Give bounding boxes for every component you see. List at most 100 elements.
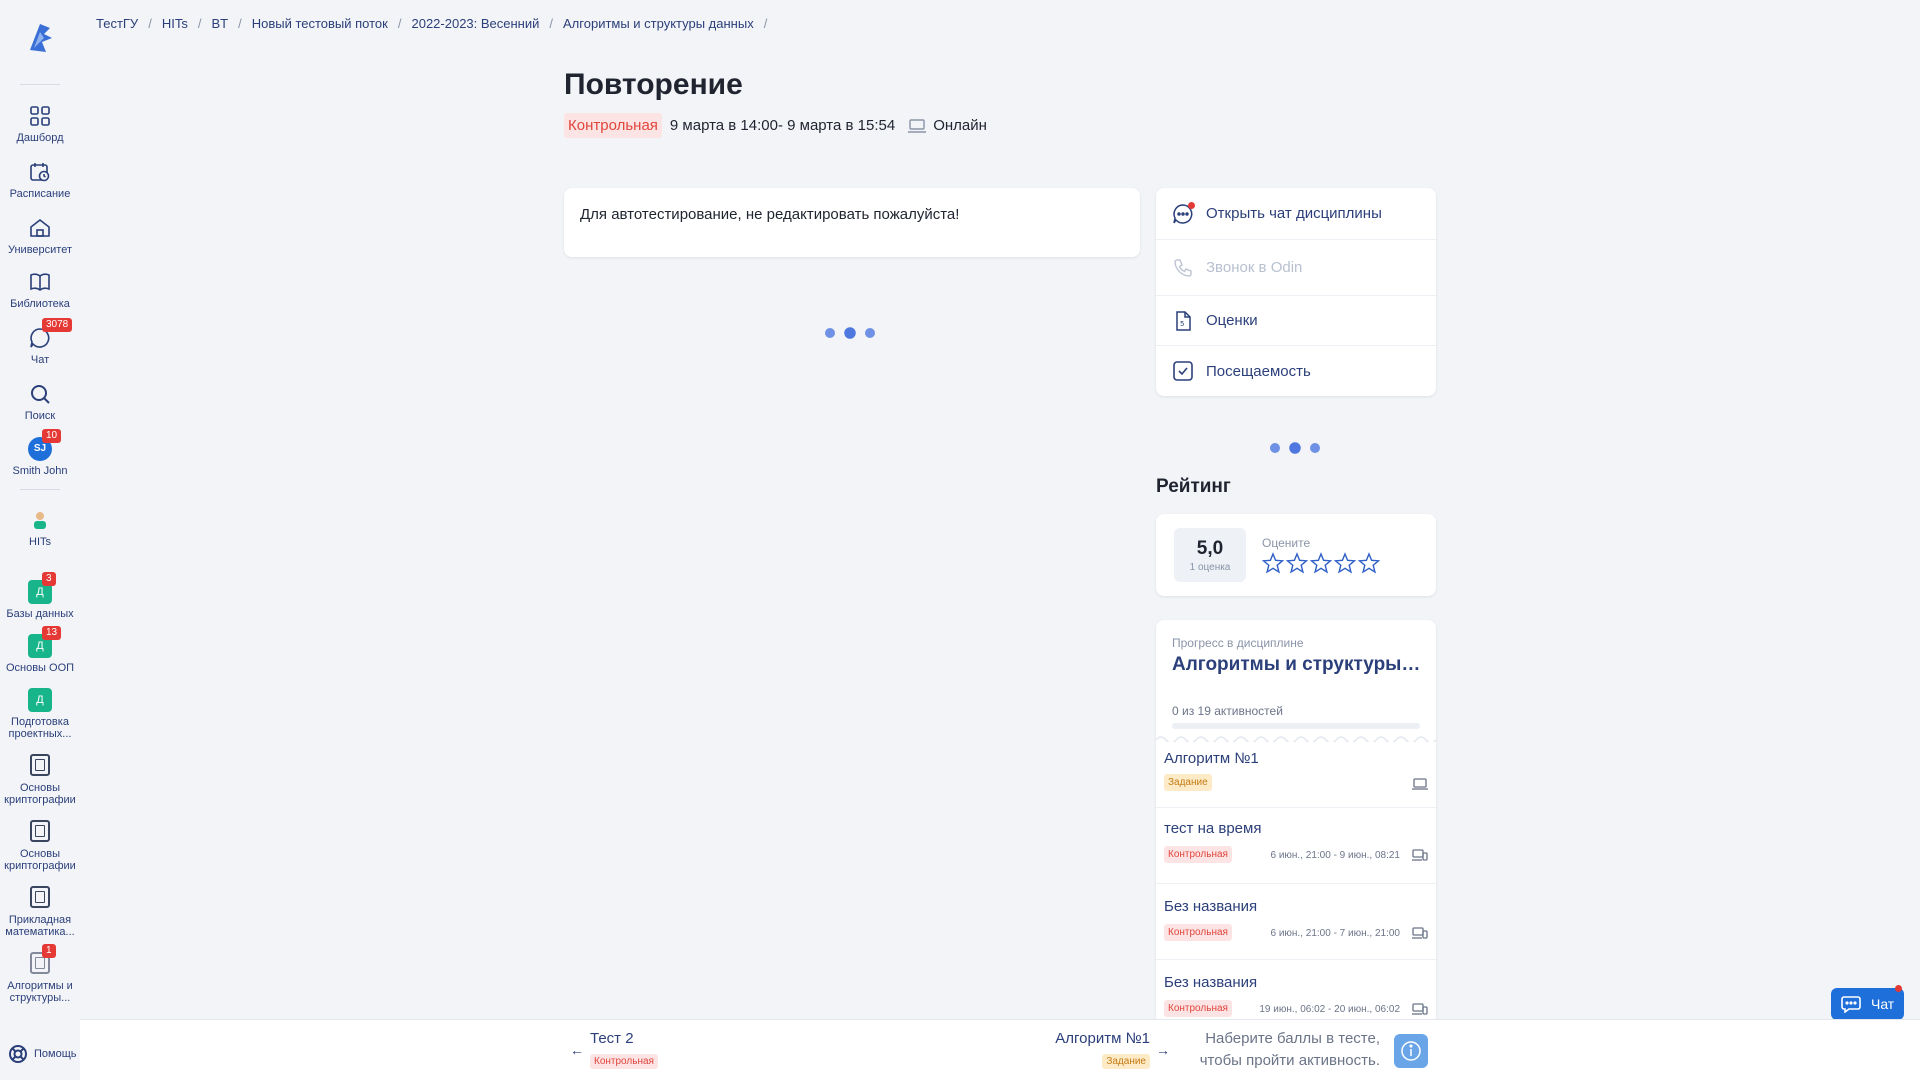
sidebar-item-label: Расписание	[9, 188, 71, 200]
sidebar-group-algorithms[interactable]: 1 Алгоритмы и структуры...	[0, 944, 80, 1004]
sidebar-item-dashboard[interactable]: Дашборд	[0, 104, 80, 144]
breadcrumb-item[interactable]: BT	[211, 16, 228, 31]
laptop-icon	[1412, 778, 1428, 790]
sidebar-group-databases[interactable]: Д 3 Базы данных	[0, 572, 80, 620]
sidebar-group-projects[interactable]: Д Подготовка проектных...	[0, 688, 80, 740]
sidebar-item-profile[interactable]: SJ 10 Smith John	[0, 429, 80, 477]
notification-badge: 13	[42, 626, 62, 640]
sidebar-group-hits[interactable]: HITs	[0, 508, 80, 548]
breadcrumb-item[interactable]: Новый тестовый поток	[252, 16, 388, 31]
activity-dates: 9 марта в 14:00- 9 марта в 15:54	[669, 117, 896, 134]
logo-icon[interactable]	[24, 20, 56, 56]
chat-icon	[1172, 201, 1195, 225]
activity-tag: Контрольная	[1164, 846, 1232, 863]
breadcrumb-item[interactable]: HITs	[162, 16, 188, 31]
hint-line: чтобы пройти активность.	[1199, 1052, 1380, 1069]
breadcrumb-item[interactable]: 2022-2023: Весенний	[411, 16, 539, 31]
sidebar-group-oop[interactable]: Д 13 Основы ООП	[0, 626, 80, 674]
mode-indicator: Онлайн	[907, 117, 987, 134]
chat-icon: 3078	[28, 318, 73, 350]
progress-label: Прогресс в дисциплине	[1172, 636, 1304, 650]
info-icon[interactable]	[1394, 1034, 1428, 1068]
breadcrumb-separator: /	[549, 16, 554, 31]
star-icon[interactable]	[1286, 552, 1308, 574]
attendance-button[interactable]: Посещаемость	[1156, 346, 1436, 396]
activity-name: Без названия	[1164, 974, 1258, 991]
breadcrumb-separator: /	[197, 16, 202, 31]
help-link[interactable]: Помощь	[8, 1044, 77, 1064]
sidebar-group-crypto-2[interactable]: Основы криптографии	[0, 820, 80, 872]
loading-spinner	[1270, 442, 1320, 454]
rating-card: 5,0 1 оценка Оцените	[1156, 514, 1436, 596]
notification-badge: 1	[42, 944, 56, 958]
devices-icon	[1412, 1003, 1428, 1015]
page-title: Повторение	[564, 68, 743, 101]
unread-dot	[1895, 985, 1902, 992]
sidebar-group-applied-math[interactable]: Прикладная математика...	[0, 886, 80, 938]
star-icon[interactable]	[1358, 552, 1380, 574]
breadcrumb-separator: /	[238, 16, 242, 31]
avatar: SJ 10	[28, 429, 62, 461]
activity-tag: Контрольная	[1164, 1000, 1232, 1017]
activity-name: Алгоритм №1	[1164, 750, 1259, 767]
laptop-icon	[908, 118, 927, 133]
grades-icon: 5	[1172, 310, 1194, 332]
rating-score: 5,0 1 оценка	[1174, 528, 1246, 582]
sidebar-item-university[interactable]: Университет	[0, 216, 80, 256]
sidebar-item-label: Основы ООП	[5, 662, 75, 674]
breadcrumb-separator: /	[397, 16, 402, 31]
star-rating[interactable]	[1262, 552, 1380, 574]
description-card: Для автотестирование, не редактировать п…	[564, 188, 1140, 257]
sidebar-item-schedule[interactable]: Расписание	[0, 160, 80, 200]
discipline-title[interactable]: Алгоритмы и структуры данных	[1172, 654, 1422, 676]
star-icon[interactable]	[1310, 552, 1332, 574]
sidebar-item-search[interactable]: Поиск	[0, 382, 80, 422]
attendance-icon	[1172, 360, 1194, 382]
odin-call-button[interactable]: Звонок в Odin	[1156, 240, 1436, 296]
action-label: Оценки	[1206, 312, 1258, 329]
sidebar-item-label: Базы данных	[6, 608, 74, 620]
open-discipline-chat-button[interactable]: Открыть чат дисциплины	[1156, 188, 1436, 240]
activity-dates: 6 июн., 21:00 - 9 июн., 08:21	[1270, 850, 1400, 861]
chat-button[interactable]: Чат	[1831, 985, 1904, 1020]
activity-item[interactable]: Без названия Контрольная 6 июн., 21:00 -…	[1156, 884, 1436, 960]
sidebar-item-chat[interactable]: 3078 Чат	[0, 318, 80, 366]
actions-card: Открыть чат дисциплины Звонок в Odin 5 О…	[1156, 188, 1436, 396]
chat-icon	[1841, 996, 1861, 1013]
score-hint: Наберите баллы в тесте, чтобы пройти акт…	[1080, 1028, 1380, 1072]
svg-text:5: 5	[1180, 320, 1184, 328]
sidebar-item-library[interactable]: Библиотека	[0, 270, 80, 310]
bottom-navigation: ← Тест 2 Контрольная Алгоритм №1 Задание…	[80, 1019, 1920, 1080]
sidebar-item-label: Алгоритмы и структуры...	[7, 980, 73, 1004]
grades-button[interactable]: 5 Оценки	[1156, 296, 1436, 346]
devices-icon	[1412, 927, 1428, 939]
book-icon	[28, 820, 52, 844]
rating-count: 1 оценка	[1189, 562, 1231, 573]
mascot-icon	[28, 508, 52, 532]
activity-dates: 6 июн., 21:00 - 7 июн., 21:00	[1270, 928, 1400, 939]
book-icon	[28, 886, 52, 910]
hint-line: Наберите баллы в тесте,	[1205, 1030, 1380, 1047]
star-icon[interactable]	[1334, 552, 1356, 574]
loading-spinner	[825, 327, 875, 339]
activity-meta: Контрольная 9 марта в 14:00- 9 марта в 1…	[564, 113, 987, 138]
breadcrumb-item[interactable]: Алгоритмы и структуры данных	[563, 16, 754, 31]
breadcrumb-item[interactable]: ТестГУ	[96, 16, 138, 31]
dashboard-icon	[28, 104, 52, 128]
activity-item[interactable]: тест на время Контрольная 6 июн., 21:00 …	[1156, 808, 1436, 884]
sidebar-item-label: Университет	[7, 244, 73, 256]
book-icon	[28, 754, 52, 778]
breadcrumb-separator: /	[148, 16, 152, 31]
sidebar-item-label: Основы криптографии	[4, 848, 76, 872]
sidebar-item-label: Поиск	[24, 410, 56, 422]
activity-name: тест на время	[1164, 820, 1262, 837]
star-icon[interactable]	[1262, 552, 1284, 574]
activity-dates: 19 июн., 06:02 - 20 июн., 06:02	[1259, 1004, 1400, 1015]
sidebar-group-crypto-1[interactable]: Основы криптографии	[0, 754, 80, 806]
activity-tag: Контрольная	[1164, 924, 1232, 941]
rating-value: 5,0	[1196, 538, 1224, 559]
lifebuoy-icon	[9, 1045, 27, 1063]
activity-item[interactable]: Алгоритм №1 Задание	[1156, 744, 1436, 808]
phone-icon	[1172, 257, 1194, 279]
activity-name: Без названия	[1164, 898, 1258, 915]
